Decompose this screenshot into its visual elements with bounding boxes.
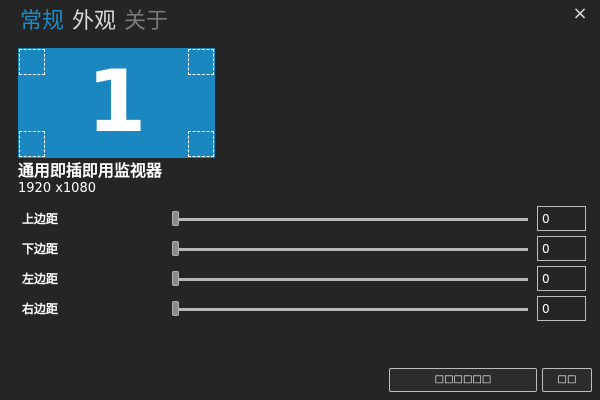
margin-input-bottom[interactable] (537, 236, 586, 261)
tab-appearance[interactable]: 外观 (72, 6, 116, 38)
tab-bar: 常规 外观 关于 (20, 6, 168, 38)
margin-slider-track-top[interactable] (175, 218, 528, 221)
tab-general[interactable]: 常规 (20, 6, 64, 38)
margin-label-left: 左边距 (22, 272, 59, 286)
margin-row-right: 右边距 (0, 296, 600, 322)
reset-button[interactable]: □□□□□□ (389, 368, 537, 392)
margin-slider-thumb-right[interactable] (172, 301, 179, 316)
monitor-preview[interactable]: 1 (18, 48, 215, 158)
tab-about[interactable]: 关于 (124, 6, 168, 38)
margin-label-right: 右边距 (22, 302, 59, 316)
margin-slider-thumb-left[interactable] (172, 271, 179, 286)
monitor-name: 通用即插即用监视器 (18, 161, 163, 180)
margin-input-left[interactable] (537, 266, 586, 291)
margin-slider-thumb-top[interactable] (172, 211, 179, 226)
margin-slider-thumb-bottom[interactable] (172, 241, 179, 256)
margin-slider-track-left[interactable] (175, 278, 528, 281)
margin-input-top[interactable] (537, 206, 586, 231)
margin-label-bottom: 下边距 (22, 242, 59, 256)
close-icon[interactable]: × (572, 4, 588, 24)
margin-label-top: 上边距 (22, 212, 59, 226)
margin-row-left: 左边距 (0, 266, 600, 292)
settings-window: 常规 外观 关于 × 1 通用即插即用监视器 1920 x1080 上边距 下边… (0, 0, 600, 400)
margin-slider-track-right[interactable] (175, 308, 528, 311)
margin-input-right[interactable] (537, 296, 586, 321)
ok-button[interactable]: □□ (542, 368, 592, 392)
margin-slider-track-bottom[interactable] (175, 248, 528, 251)
monitor-number: 1 (86, 52, 147, 152)
monitor-resolution: 1920 x1080 (18, 181, 96, 196)
margin-row-bottom: 下边距 (0, 236, 600, 262)
margin-row-top: 上边距 (0, 206, 600, 232)
